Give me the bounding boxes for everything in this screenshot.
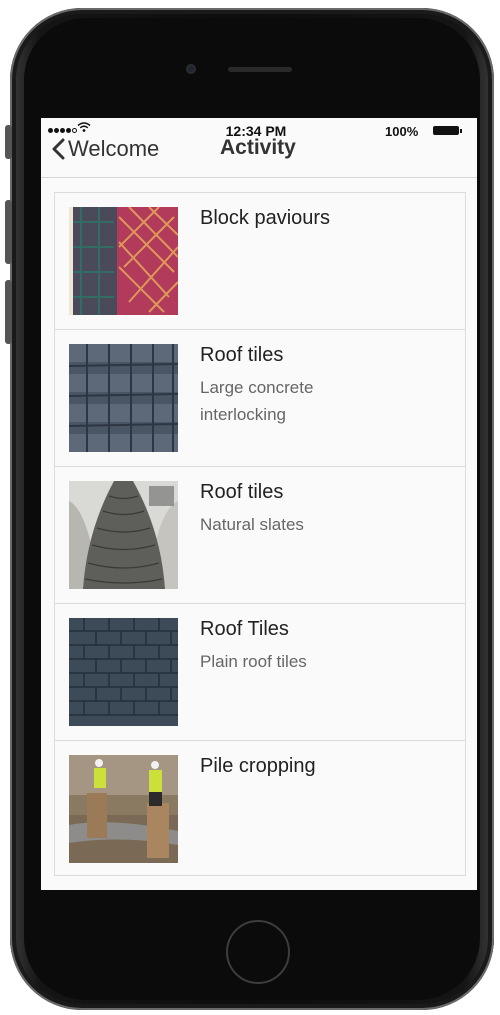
battery-percentage: 100%: [385, 124, 419, 139]
list-item-subtitle: Plain roof tiles: [200, 652, 307, 671]
list-item-plain-roof-tiles[interactable]: Roof Tiles Plain roof tiles: [55, 604, 465, 741]
list-item-subtitle: Large concrete interlocking: [200, 378, 314, 424]
front-camera: [186, 64, 196, 74]
volume-up-button: [5, 200, 12, 264]
block-paviours-thumbnail: [69, 207, 178, 315]
app-screen: Welcome Activity 12:34 PM 100% Block pav…: [41, 118, 477, 890]
list-item-subtitle: Natural slates: [200, 515, 304, 534]
status-time: 12:34 PM: [225, 123, 287, 139]
list-item-roof-tiles-concrete[interactable]: Roof tiles Large concrete interlocking: [55, 330, 465, 467]
chevron-left-icon: [52, 138, 65, 160]
list-item-block-paviours[interactable]: Block paviours: [55, 193, 465, 330]
activity-list: Block paviours Roof tiles Large concrete…: [54, 192, 466, 876]
status-bar: 12:34 PM 100%: [41, 118, 477, 140]
home-button[interactable]: [226, 920, 290, 984]
volume-down-button: [5, 280, 12, 344]
natural-slates-thumbnail: [69, 481, 178, 589]
list-item-title: Pile cropping: [200, 755, 316, 777]
list-item-title: Roof tiles: [200, 344, 284, 366]
concrete-roof-tiles-thumbnail: [69, 344, 178, 452]
mute-switch: [5, 125, 12, 159]
list-item-roof-tiles-slates[interactable]: Roof tiles Natural slates: [55, 467, 465, 604]
list-item-title: Roof Tiles: [200, 618, 289, 640]
plain-roof-tiles-thumbnail: [69, 618, 178, 726]
pile-cropping-thumbnail: [69, 755, 178, 863]
list-item-title: Block paviours: [200, 207, 331, 229]
list-item-title: Roof tiles: [200, 481, 284, 503]
battery-icon: [433, 126, 462, 135]
earpiece-speaker: [228, 67, 292, 72]
list-item-pile-cropping[interactable]: Pile cropping: [55, 741, 465, 875]
